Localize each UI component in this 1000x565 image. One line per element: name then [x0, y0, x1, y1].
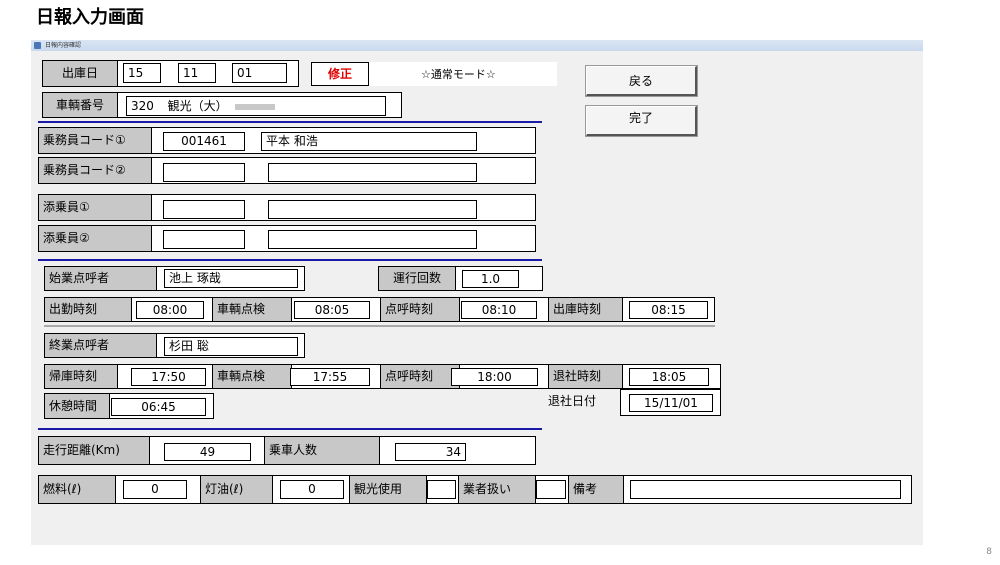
- end-vehicle-check-field[interactable]: 17:55: [290, 368, 370, 386]
- crew-code-3-field[interactable]: [163, 200, 245, 219]
- leave-date-field[interactable]: 15/11/01: [629, 394, 713, 412]
- operation-count-label: 運行回数: [379, 267, 456, 290]
- end-caller-label: 終業点呼者: [45, 334, 157, 357]
- end-roll-call-time-field[interactable]: 18:00: [451, 368, 538, 386]
- window-title: 日報内容確認: [45, 42, 82, 49]
- date-day-field[interactable]: 01: [232, 63, 287, 83]
- return-time-field[interactable]: 17:50: [131, 368, 206, 386]
- passengers-field[interactable]: 34: [395, 443, 466, 461]
- fuel-label: 燃料(ℓ): [39, 476, 116, 503]
- page-number: 8: [986, 547, 992, 557]
- sightseeing-label: 観光使用: [349, 476, 427, 503]
- app-icon: [34, 42, 41, 49]
- sightseeing-field[interactable]: [427, 480, 456, 499]
- remarks-label: 備考: [568, 476, 624, 503]
- divider-gray: [44, 325, 715, 327]
- leave-date-label: 退社日付: [548, 394, 597, 408]
- remarks-field[interactable]: [630, 480, 901, 499]
- crew-name-1-field[interactable]: 平本 和浩: [261, 132, 477, 151]
- divider-blue-2: [38, 259, 542, 261]
- start-vehicle-check-field[interactable]: 08:05: [294, 301, 370, 319]
- attend-time-field[interactable]: 08:00: [136, 301, 204, 319]
- break-label: 休憩時間: [45, 394, 110, 418]
- fuel-field[interactable]: 0: [123, 480, 187, 499]
- shukko-bi-label: 出庫日: [43, 61, 118, 86]
- start-caller-label: 始業点呼者: [45, 267, 157, 290]
- kerosene-field[interactable]: 0: [280, 480, 344, 499]
- end-vehicle-check-label: 車輌点検: [212, 365, 292, 388]
- start-roll-call-time-label: 点呼時刻: [380, 298, 460, 321]
- distance-field[interactable]: 49: [164, 443, 251, 461]
- edit-mode-indicator: 修正: [311, 62, 369, 86]
- crew-code-2-field[interactable]: [163, 163, 245, 182]
- operation-count-field[interactable]: 1.0: [462, 270, 519, 288]
- break-time-field[interactable]: 06:45: [111, 398, 206, 416]
- crew-name-2-field[interactable]: [268, 163, 477, 182]
- vehicle-number-field[interactable]: 320 観光（大）: [126, 96, 386, 116]
- start-roll-call-time-field[interactable]: 08:10: [461, 301, 537, 319]
- crew-code-1-field[interactable]: 001461: [163, 132, 245, 151]
- crew-label-3: 添乗員①: [39, 195, 152, 220]
- window-titlebar: 日報内容確認: [31, 40, 923, 51]
- vehicle-label: 車輌番号: [43, 93, 118, 117]
- end-roll-call-time-label: 点呼時刻: [380, 365, 460, 388]
- depart-time-label: 出庫時刻: [548, 298, 623, 321]
- date-month-field[interactable]: 11: [178, 63, 216, 83]
- crew-label-2: 乗務員コード②: [39, 158, 152, 183]
- return-time-label: 帰庫時刻: [45, 365, 118, 388]
- crew-label-4: 添乗員②: [39, 226, 152, 251]
- date-year-field[interactable]: 15: [123, 63, 161, 83]
- normal-mode-text: ☆通常モード☆: [421, 68, 496, 81]
- vendor-field[interactable]: [536, 480, 566, 499]
- vehicle-number: 320: [131, 99, 154, 113]
- crew-code-4-field[interactable]: [163, 230, 245, 249]
- crew-name-3-field[interactable]: [268, 200, 477, 219]
- page-title: 日報入力画面: [36, 7, 144, 28]
- divider-blue-1: [38, 121, 542, 123]
- leave-time-field[interactable]: 18:05: [629, 368, 709, 386]
- distance-label: 走行距離(Km): [39, 437, 150, 464]
- divider-blue-3: [38, 428, 542, 430]
- depart-time-field[interactable]: 08:15: [629, 301, 708, 319]
- back-button[interactable]: 戻る: [585, 65, 698, 97]
- vehicle-name: 観光（大）: [167, 99, 228, 113]
- start-caller-name-field[interactable]: 池上 琢哉: [164, 269, 298, 288]
- passengers-label: 乗車人数: [264, 437, 380, 464]
- vendor-label: 業者扱い: [458, 476, 536, 503]
- normal-mode-indicator: ☆通常モード☆: [369, 62, 557, 86]
- crew-name-4-field[interactable]: [268, 230, 477, 249]
- done-button[interactable]: 完了: [585, 105, 698, 137]
- start-vehicle-check-label: 車輌点検: [212, 298, 292, 321]
- kerosene-label: 灯油(ℓ): [200, 476, 273, 503]
- attend-time-label: 出勤時刻: [45, 298, 132, 321]
- end-caller-name-field[interactable]: 杉田 聡: [164, 337, 298, 356]
- crew-label-1: 乗務員コード①: [39, 128, 152, 153]
- leave-time-label: 退社時刻: [548, 365, 623, 388]
- redacted-plate: [235, 103, 276, 110]
